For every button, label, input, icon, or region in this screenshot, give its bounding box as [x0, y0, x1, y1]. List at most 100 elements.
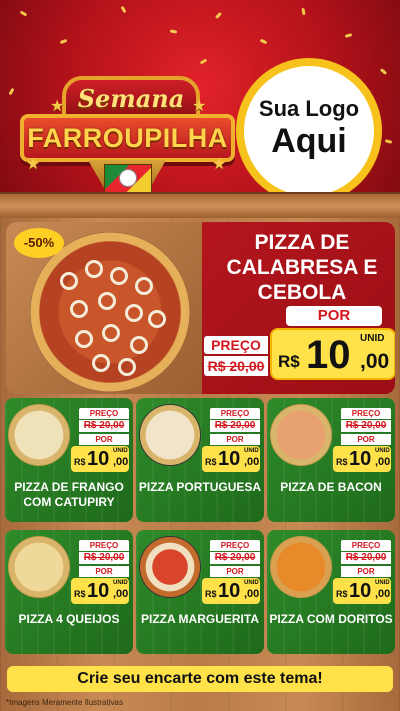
featured-product-name: PIZZA DE CALABRESA E CEBOLA	[226, 231, 378, 304]
preco-label: PREÇO	[210, 540, 260, 551]
price-integer: 10	[218, 580, 241, 602]
price-decimal: ,00	[360, 350, 390, 373]
price-decimal: ,00	[244, 456, 260, 468]
flag-seal-icon	[119, 169, 137, 187]
por-label: POR	[79, 566, 129, 577]
por-label: POR	[210, 566, 260, 577]
currency: R$	[74, 457, 86, 467]
price-integer: 10	[306, 333, 351, 377]
product-card: PREÇO R$ 20,00 POR R$ 10 UNID ,00 PIZZA …	[267, 530, 395, 654]
product-name: PIZZA MARGUERITA	[141, 612, 259, 626]
por-label: POR	[286, 306, 382, 326]
wood-divider	[0, 192, 400, 218]
discount-badge: -50%	[14, 228, 64, 258]
cta-banner[interactable]: Crie seu encarte com este tema!	[7, 666, 393, 692]
confetti	[8, 87, 15, 96]
confetti	[120, 5, 127, 14]
star-icon: ★	[212, 156, 227, 173]
price-integer: 10	[349, 448, 372, 470]
logo-placeholder: Sua Logo Aqui	[236, 58, 382, 204]
doritos-pizza-image	[270, 536, 332, 598]
old-price: R$ 20,00	[204, 356, 268, 376]
emblem-title-top: Semana	[77, 84, 185, 113]
logo-line-2: Aqui	[271, 122, 347, 160]
preco-label: PREÇO	[204, 336, 268, 354]
price-decimal: ,00	[244, 588, 260, 600]
preco-label: PREÇO	[341, 540, 391, 551]
onion-ring	[92, 354, 110, 372]
flyer-page: Semana FARROUPILHA ★ ★ ★ ★ Sua Logo Aqui	[0, 0, 400, 711]
unit-label: UNID	[113, 448, 128, 454]
unit-label: UNID	[244, 448, 259, 454]
price-tag: R$ 10 UNID ,00	[333, 578, 391, 604]
bacon-pizza-image	[270, 404, 332, 466]
star-icon: ★	[26, 156, 41, 173]
onion-ring	[85, 260, 103, 278]
calabresa-pizza-image	[30, 232, 190, 392]
price-integer: 10	[349, 580, 372, 602]
product-card: PREÇO R$ 20,00 POR R$ 10 UNID ,00 PIZZA …	[136, 398, 264, 522]
price-integer: 10	[87, 448, 110, 470]
por-label: POR	[79, 434, 129, 445]
quatro-queijos-pizza-image	[8, 536, 70, 598]
semana-farroupilha-emblem: Semana FARROUPILHA ★ ★ ★ ★	[20, 68, 235, 196]
price-tag: R$ 10 UNID ,00	[270, 328, 395, 380]
price-integer: 10	[218, 448, 241, 470]
star-icon: ★	[192, 98, 207, 115]
emblem-title-main: FARROUPILHA	[27, 123, 228, 153]
frango-catupiry-pizza-image	[8, 404, 70, 466]
old-price: R$ 20,00	[341, 552, 391, 564]
onion-ring	[148, 310, 166, 328]
confetti	[379, 68, 388, 75]
onion-ring	[135, 277, 153, 295]
old-price: R$ 20,00	[341, 420, 391, 432]
emblem-ribbon: FARROUPILHA	[20, 114, 235, 162]
hero-banner: Semana FARROUPILHA ★ ★ ★ ★ Sua Logo Aqui	[0, 0, 400, 215]
preco-label: PREÇO	[79, 540, 129, 551]
product-name: PIZZA PORTUGUESA	[138, 480, 262, 494]
confetti	[169, 29, 178, 34]
old-price: R$ 20,00	[210, 552, 260, 564]
por-label: POR	[210, 434, 260, 445]
price-decimal: ,00	[375, 456, 391, 468]
confetti	[199, 58, 208, 65]
marguerita-pizza-image	[139, 536, 201, 598]
featured-product-card: -50% PIZZA DE CALABRESA E CEBOLA POR PRE…	[6, 222, 395, 394]
unit-label: UNID	[375, 580, 390, 586]
confetti	[301, 7, 306, 16]
preco-label: PREÇO	[210, 408, 260, 419]
preco-label: PREÇO	[79, 408, 129, 419]
por-label: POR	[341, 434, 391, 445]
unit-label: UNID	[244, 580, 259, 586]
product-name: PIZZA COM DORITOS	[269, 612, 393, 626]
star-icon: ★	[50, 98, 65, 115]
product-card: PREÇO R$ 20,00 POR R$ 10 UNID ,00 PIZZA …	[136, 530, 264, 654]
price-tag: R$ 10 UNID ,00	[333, 446, 391, 472]
por-label: POR	[341, 566, 391, 577]
old-price: R$ 20,00	[79, 552, 129, 564]
old-price: R$ 20,00	[210, 420, 260, 432]
confetti	[344, 33, 353, 38]
onion-ring	[125, 304, 143, 322]
unit-label: UNID	[360, 333, 385, 344]
price-tag: R$ 10 UNID ,00	[71, 578, 129, 604]
price-decimal: ,00	[375, 588, 391, 600]
onion-ring	[102, 324, 120, 342]
confetti	[384, 139, 393, 144]
logo-line-1: Sua Logo	[258, 96, 360, 121]
currency: R$	[336, 589, 348, 599]
confetti	[59, 38, 68, 45]
confetti	[214, 11, 223, 20]
unit-label: UNID	[113, 580, 128, 586]
product-name: PIZZA DE BACON	[280, 480, 382, 494]
onion-ring	[60, 272, 78, 290]
old-price: R$ 20,00	[79, 420, 129, 432]
preco-label: PREÇO	[341, 408, 391, 419]
portuguesa-pizza-image	[139, 404, 201, 466]
price-tag: R$ 10 UNID ,00	[202, 578, 260, 604]
currency: R$	[74, 589, 86, 599]
confetti	[19, 10, 28, 17]
product-card: PREÇO R$ 20,00 POR R$ 10 UNID ,00 PIZZA …	[5, 398, 133, 522]
currency: R$	[336, 457, 348, 467]
product-name: PIZZA DE FRANGO COM CATUPIRY	[14, 480, 124, 509]
